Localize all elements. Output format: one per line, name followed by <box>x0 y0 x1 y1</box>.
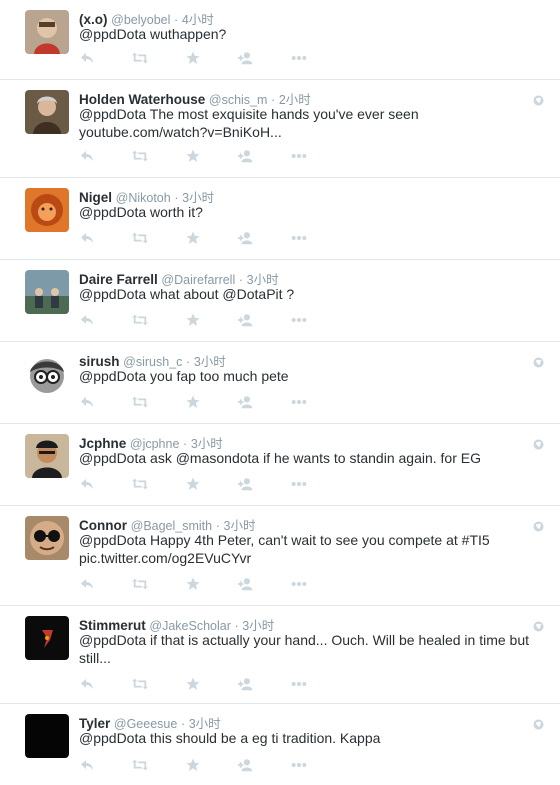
follow-icon[interactable] <box>238 230 254 246</box>
tweet[interactable]: Daire Farrell @Dairefarrell · 3小时 @ppdDo… <box>0 260 560 342</box>
more-icon[interactable] <box>291 476 307 492</box>
avatar[interactable] <box>25 188 69 232</box>
more-icon[interactable] <box>291 50 307 66</box>
favorite-icon[interactable] <box>185 312 201 328</box>
tweet-actions <box>79 50 344 66</box>
avatar[interactable] <box>25 516 69 560</box>
favorite-icon[interactable] <box>185 230 201 246</box>
globe-icon <box>533 437 544 450</box>
more-icon[interactable] <box>291 230 307 246</box>
tweet-text: @ppdDota wuthappen? <box>79 26 227 42</box>
tweet-actions <box>79 312 344 328</box>
reply-icon[interactable] <box>79 312 95 328</box>
tweet-text: @ppdDota Happy 4th Peter, can't wait to … <box>79 532 490 566</box>
reply-icon[interactable] <box>79 50 95 66</box>
reply-icon[interactable] <box>79 676 95 692</box>
favorite-icon[interactable] <box>185 476 201 492</box>
reply-icon[interactable] <box>79 230 95 246</box>
follow-icon[interactable] <box>238 757 254 773</box>
follow-icon[interactable] <box>238 312 254 328</box>
tweet-text: @ppdDota what about @DotaPit ? <box>79 286 295 302</box>
retweet-icon[interactable] <box>132 230 148 246</box>
globe-icon <box>533 619 544 632</box>
tweet-text: @ppdDota The most exquisite hands you've… <box>79 106 419 140</box>
tweet-actions <box>79 576 344 592</box>
avatar[interactable] <box>25 352 69 396</box>
tweet[interactable]: Jcphne @jcphne · 3小时 @ppdDota ask @mason… <box>0 424 560 506</box>
avatar[interactable] <box>25 10 69 54</box>
tweet-text: @ppdDota worth it? <box>79 204 203 220</box>
retweet-icon[interactable] <box>132 50 148 66</box>
tweet-actions <box>79 230 344 246</box>
follow-icon[interactable] <box>238 148 254 164</box>
tweet-actions <box>79 148 344 164</box>
tweet[interactable]: (x.o) @belyobel · 4小时 @ppdDota wuthappen… <box>0 0 560 80</box>
tweet-text: @ppdDota ask @masondota if he wants to s… <box>79 450 481 466</box>
favorite-icon[interactable] <box>185 676 201 692</box>
avatar[interactable] <box>25 616 69 660</box>
more-icon[interactable] <box>291 312 307 328</box>
more-icon[interactable] <box>291 148 307 164</box>
retweet-icon[interactable] <box>132 312 148 328</box>
tweet-text: @ppdDota you fap too much pete <box>79 368 289 384</box>
tweet-actions <box>79 476 344 492</box>
globe-icon <box>533 519 544 532</box>
more-icon[interactable] <box>291 394 307 410</box>
globe-icon <box>533 355 544 368</box>
follow-icon[interactable] <box>238 50 254 66</box>
tweet[interactable]: sirush @sirush_c · 3小时 @ppdDota you fap … <box>0 342 560 424</box>
favorite-icon[interactable] <box>185 394 201 410</box>
favorite-icon[interactable] <box>185 50 201 66</box>
reply-icon[interactable] <box>79 476 95 492</box>
tweet[interactable]: Holden Waterhouse @schis_m · 2小时 @ppdDot… <box>0 80 560 178</box>
retweet-icon[interactable] <box>132 576 148 592</box>
tweet[interactable]: Nigel @Nikotoh · 3小时 @ppdDota worth it? <box>0 178 560 260</box>
favorite-icon[interactable] <box>185 757 201 773</box>
avatar[interactable] <box>25 90 69 134</box>
more-icon[interactable] <box>291 757 307 773</box>
tweet-actions <box>79 676 344 692</box>
favorite-icon[interactable] <box>185 148 201 164</box>
tweet-text: @ppdDota if that is actually your hand..… <box>79 632 530 666</box>
retweet-icon[interactable] <box>132 476 148 492</box>
avatar[interactable] <box>25 270 69 314</box>
retweet-icon[interactable] <box>132 757 148 773</box>
favorite-icon[interactable] <box>185 576 201 592</box>
tweet-text: @ppdDota this should be a eg ti traditio… <box>79 730 381 746</box>
follow-icon[interactable] <box>238 676 254 692</box>
avatar[interactable] <box>25 714 69 758</box>
follow-icon[interactable] <box>238 394 254 410</box>
more-icon[interactable] <box>291 676 307 692</box>
tweet[interactable]: Stimmerut @JakeScholar · 3小时 @ppdDota if… <box>0 606 560 704</box>
more-icon[interactable] <box>291 576 307 592</box>
retweet-icon[interactable] <box>132 676 148 692</box>
retweet-icon[interactable] <box>132 394 148 410</box>
tweet[interactable]: Tyler @Geeesue · 3小时 @ppdDota this shoul… <box>0 704 560 785</box>
globe-icon <box>533 717 544 730</box>
tweet-actions <box>79 394 344 410</box>
reply-icon[interactable] <box>79 148 95 164</box>
globe-icon <box>533 93 544 106</box>
follow-icon[interactable] <box>238 476 254 492</box>
retweet-icon[interactable] <box>132 148 148 164</box>
tweet[interactable]: Connor @Bagel_smith · 3小时 @ppdDota Happy… <box>0 506 560 606</box>
reply-icon[interactable] <box>79 394 95 410</box>
reply-icon[interactable] <box>79 757 95 773</box>
tweet-feed: (x.o) @belyobel · 4小时 @ppdDota wuthappen… <box>0 0 560 785</box>
follow-icon[interactable] <box>238 576 254 592</box>
tweet-actions <box>79 757 344 773</box>
avatar[interactable] <box>25 434 69 478</box>
reply-icon[interactable] <box>79 576 95 592</box>
